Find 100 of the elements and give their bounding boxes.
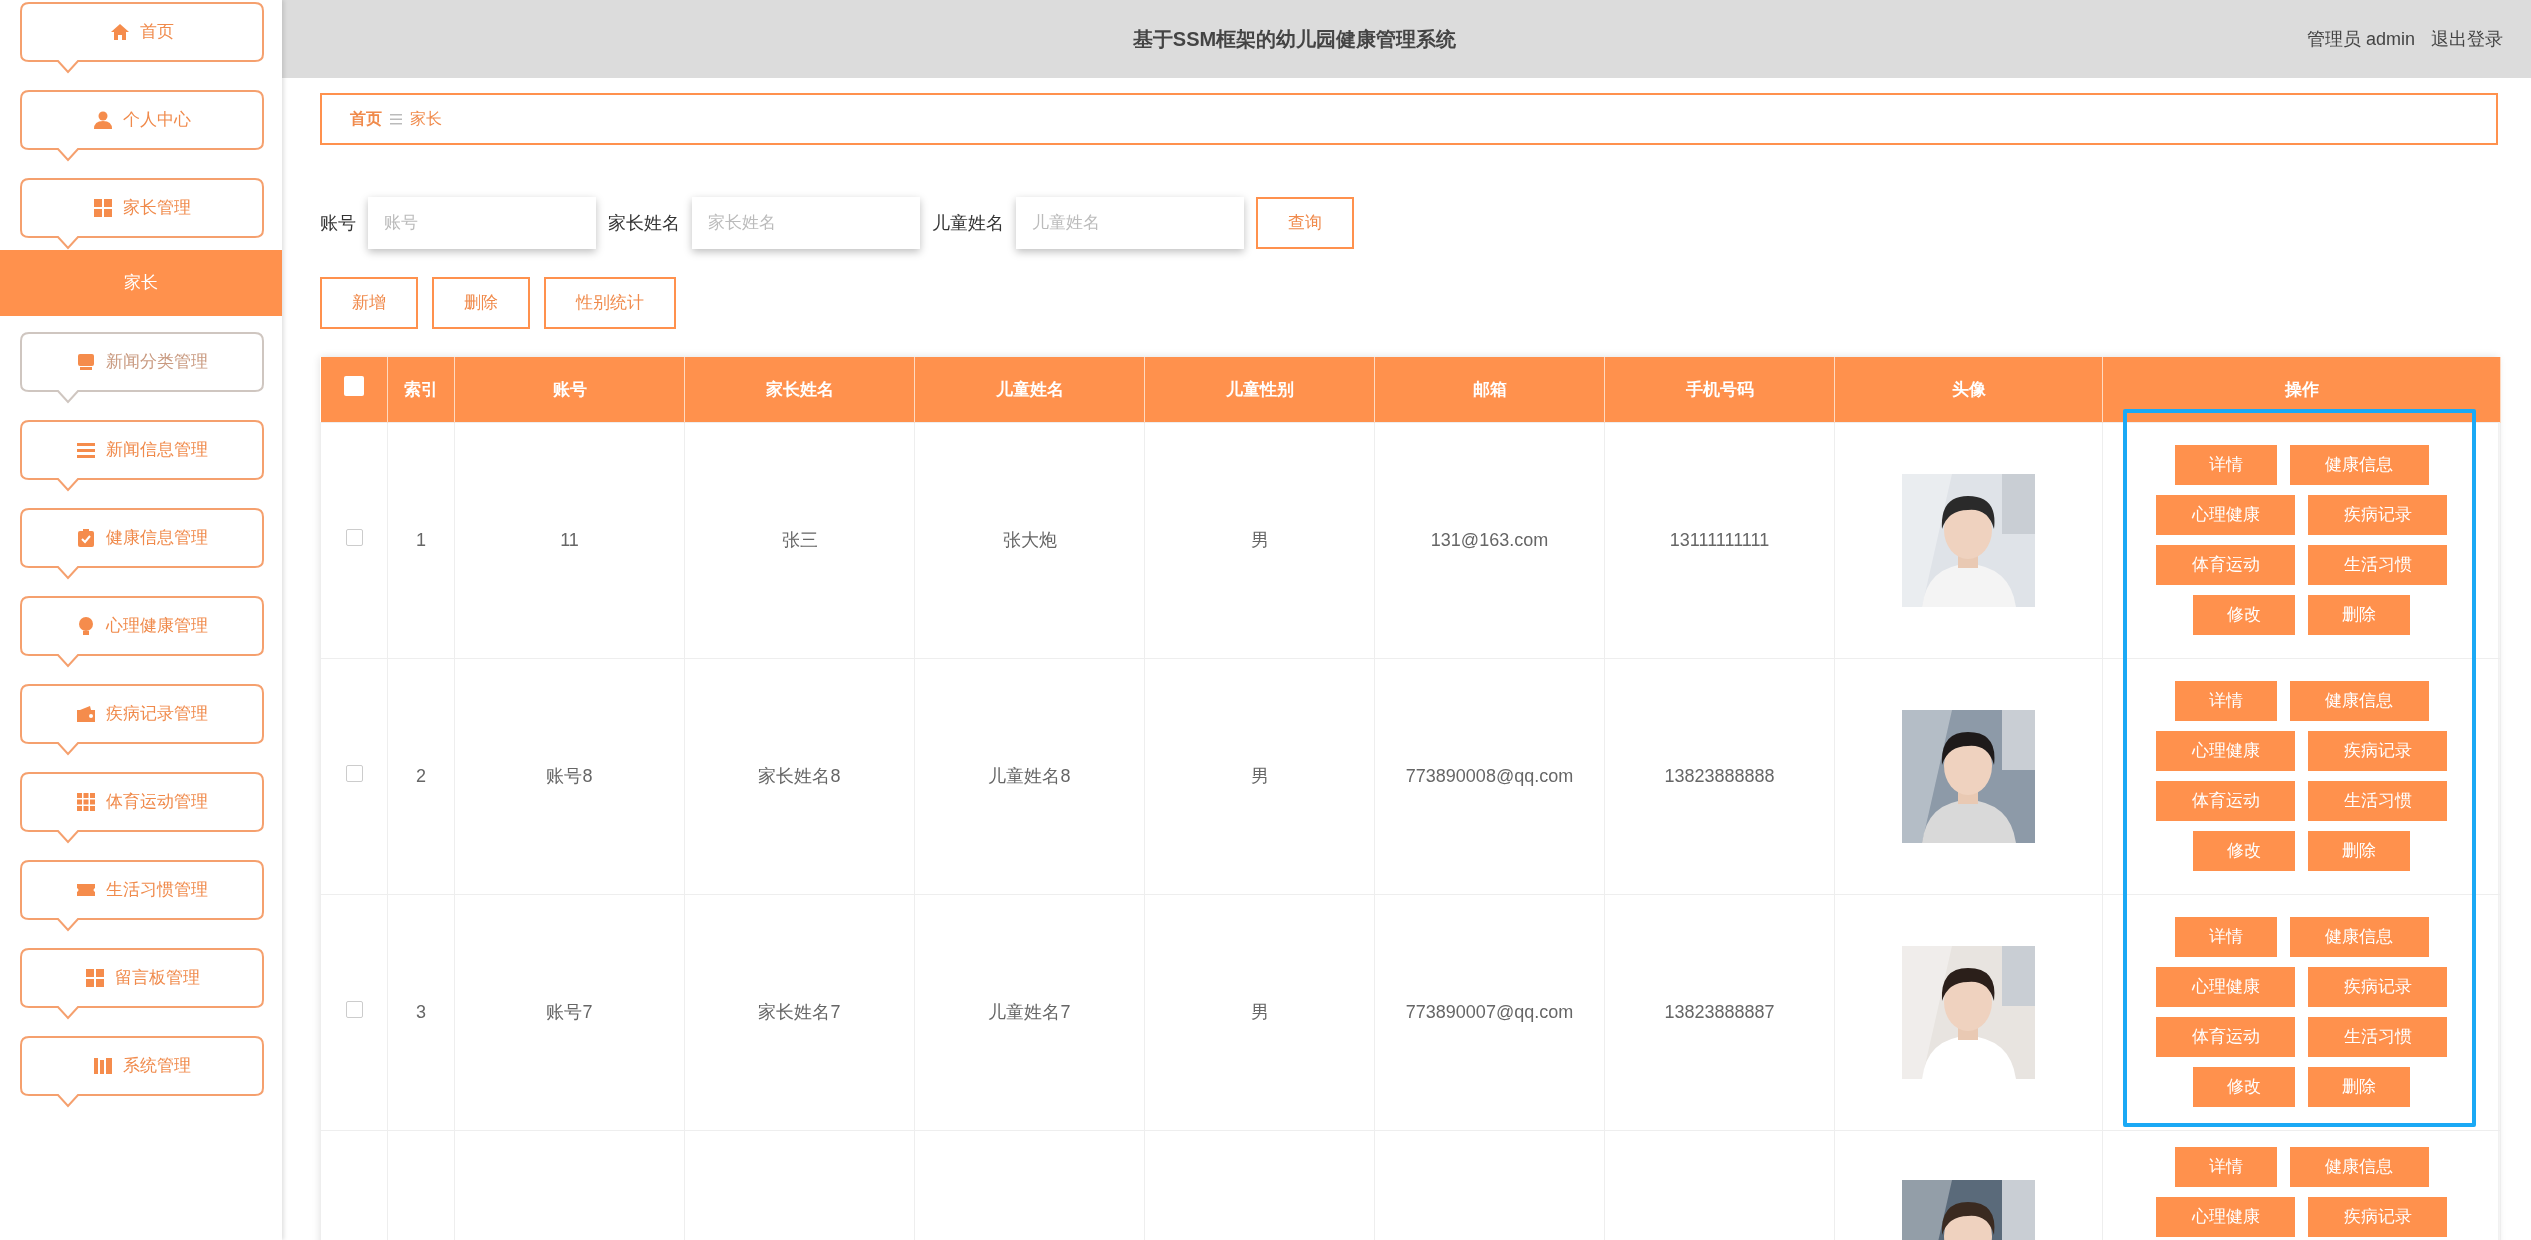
column-header: 头像 (1834, 357, 2103, 422)
table-cell: 家长姓名7 (758, 1001, 841, 1022)
action-button[interactable]: 疾病记录 (2308, 731, 2447, 771)
action-button[interactable]: 详情 (2174, 1146, 2277, 1187)
column-header: 家长姓名 (684, 357, 915, 422)
action-button[interactable]: 健康信息 (2289, 1146, 2429, 1187)
table-cell: 账号7 (546, 1001, 593, 1022)
menu-item[interactable]: 体育运动管理 (20, 772, 264, 844)
books-icon (93, 1056, 113, 1076)
action-button[interactable]: 删除 (2308, 595, 2410, 635)
bulb-icon (76, 616, 96, 636)
action-button[interactable]: 删除 (2308, 831, 2410, 871)
grid-icon (84, 968, 105, 988)
table-cell: 1 (416, 529, 426, 550)
menu-item[interactable]: 健康信息管理 (20, 508, 264, 580)
column-header: 账号 (454, 357, 685, 422)
table-cell: 13111111111 (1669, 529, 1770, 550)
action-button[interactable]: 修改 (2193, 1067, 2295, 1107)
menu-item[interactable]: 系统管理 (20, 1036, 264, 1108)
field-label: 账号 (320, 211, 356, 235)
table-cell: 13823888887 (1664, 1001, 1775, 1022)
toolbar-button[interactable]: 性别统计 (544, 277, 676, 329)
search-field[interactable]: 儿童姓名 (1016, 197, 1244, 249)
action-button[interactable]: 疾病记录 (2308, 1196, 2447, 1237)
action-button[interactable]: 体育运动 (2156, 781, 2295, 821)
action-button[interactable]: 健康信息 (2289, 681, 2429, 721)
table-cell: 男 (1250, 765, 1269, 786)
table-cell: 2 (416, 765, 426, 786)
table-cell: 张大炮 (1002, 529, 1057, 550)
action-button[interactable]: 删除 (2308, 1067, 2410, 1107)
action-button[interactable]: 心理健康 (2156, 1196, 2295, 1237)
menu-item[interactable]: 家长管理 (20, 178, 264, 250)
table-cell: 账号8 (546, 765, 593, 786)
menu-item[interactable]: 心理健康管理 (20, 596, 264, 668)
action-button[interactable]: 心理健康 (2156, 967, 2295, 1007)
action-button[interactable]: 详情 (2174, 917, 2277, 957)
menu-item[interactable]: 新闻信息管理 (20, 420, 264, 492)
action-button[interactable]: 生活习惯 (2308, 1017, 2447, 1057)
separator-icon (390, 113, 402, 125)
table-cell: 张三 (781, 529, 818, 550)
action-button[interactable]: 生活习惯 (2308, 545, 2447, 585)
row-checkbox[interactable] (345, 528, 363, 546)
action-button[interactable]: 疾病记录 (2308, 967, 2447, 1007)
table-cell: 773890008@qq.com (1405, 765, 1574, 786)
table-cell: 家长姓名8 (758, 765, 841, 786)
field-label: 儿童姓名 (932, 211, 1004, 235)
menu-item[interactable]: 留言板管理 (20, 948, 264, 1020)
action-button[interactable]: 心理健康 (2156, 731, 2295, 771)
column-header: 操作 (2102, 357, 2501, 422)
list-icon (76, 440, 96, 460)
action-button[interactable]: 体育运动 (2156, 545, 2295, 585)
action-button[interactable]: 修改 (2193, 831, 2295, 871)
monitor-icon (76, 352, 96, 372)
search-button[interactable]: 查询 (1256, 197, 1354, 249)
user-label: 管理员 admin (2306, 27, 2415, 51)
menu-item[interactable]: 生活习惯管理 (20, 860, 264, 932)
column-header: 手机号码 (1604, 357, 1835, 422)
action-button[interactable]: 修改 (2193, 595, 2295, 635)
action-button[interactable]: 健康信息 (2289, 917, 2429, 957)
field-label: 家长姓名 (608, 211, 680, 235)
action-button[interactable]: 心理健康 (2156, 495, 2295, 535)
row-checkbox[interactable] (345, 1000, 363, 1018)
column-header: 邮箱 (1374, 357, 1605, 422)
table-cell: 儿童姓名8 (988, 765, 1071, 786)
select-all-checkbox[interactable] (343, 375, 364, 396)
grid-icon (93, 198, 113, 218)
page-title: 基于SSM框架的幼儿园健康管理系统 (1131, 27, 1458, 52)
action-button[interactable]: 健康信息 (2289, 445, 2429, 485)
action-button[interactable]: 详情 (2174, 681, 2277, 721)
breadcrumb-link[interactable]: 家长 (410, 107, 442, 131)
table-cell: 773890007@qq.com (1405, 1001, 1574, 1022)
home-icon (110, 22, 130, 42)
action-button[interactable]: 生活习惯 (2308, 781, 2447, 821)
menu-item[interactable]: 首页 (20, 2, 264, 74)
action-button[interactable]: 详情 (2174, 445, 2277, 485)
toolbar-button[interactable]: 新增 (320, 277, 418, 329)
menu-item[interactable]: 疾病记录管理 (20, 684, 264, 756)
submenu-item[interactable]: 家长 (0, 250, 282, 316)
menu-item[interactable]: 个人中心 (20, 90, 264, 162)
table-cell: 3 (416, 1001, 426, 1022)
search-field[interactable]: 家长姓名 (692, 197, 920, 249)
action-button[interactable]: 疾病记录 (2308, 495, 2447, 535)
wallet-icon (76, 704, 96, 724)
logout-link[interactable]: 退出登录 (2431, 25, 2503, 53)
table-cell: 男 (1250, 1001, 1269, 1022)
column-header: 索引 (387, 357, 455, 422)
column-header: 儿童姓名 (914, 357, 1145, 422)
table-cell: 13823888888 (1664, 765, 1775, 786)
action-button[interactable]: 体育运动 (2156, 1017, 2295, 1057)
table-cell: 131@163.com (1430, 529, 1549, 550)
table-cell: 男 (1250, 529, 1269, 550)
row-checkbox[interactable] (345, 764, 363, 782)
column-header: 儿童性别 (1144, 357, 1375, 422)
toolbar-button[interactable]: 删除 (432, 277, 530, 329)
table-cell: 11 (560, 529, 579, 550)
menu-item[interactable]: 新闻分类管理 (20, 332, 264, 404)
breadcrumb-link[interactable]: 首页 (350, 107, 382, 131)
search-field[interactable]: 账号 (368, 197, 596, 249)
user-icon (93, 110, 113, 130)
clipboard-icon (76, 528, 96, 548)
